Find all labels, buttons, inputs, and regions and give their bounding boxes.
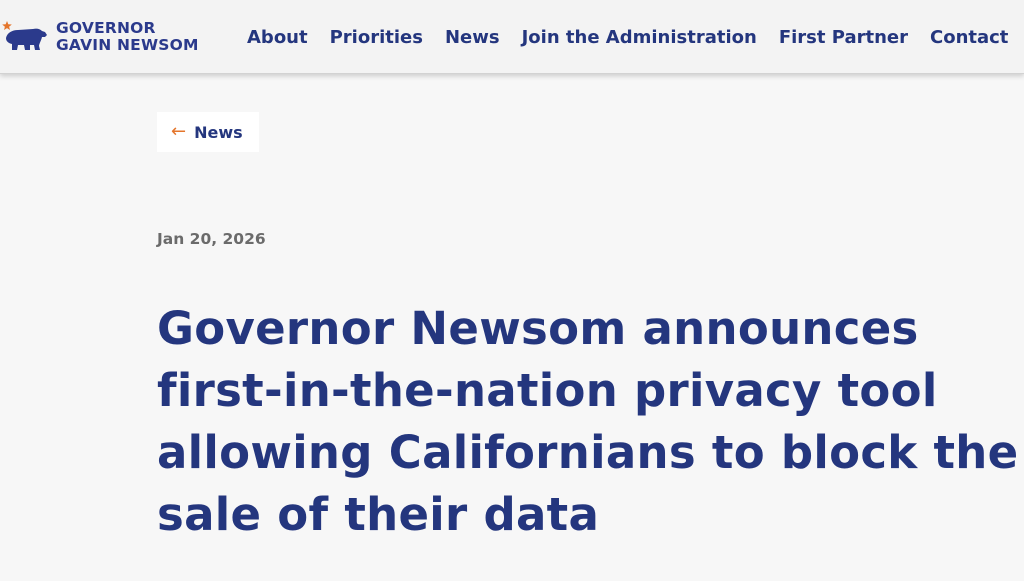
nav-first-partner[interactable]: First Partner <box>779 26 908 50</box>
nav-priorities[interactable]: Priorities <box>330 26 423 50</box>
nav-about[interactable]: About <box>247 26 308 50</box>
nav-news[interactable]: News <box>445 26 500 50</box>
logo-text: GOVERNOR GAVIN NEWSOM <box>56 20 199 54</box>
logo-line-2: GAVIN NEWSOM <box>56 36 199 54</box>
site-logo[interactable]: GOVERNOR GAVIN NEWSOM <box>2 17 199 57</box>
article-title: Governor Newsom announces first-in-the-n… <box>157 302 1019 541</box>
california-bear-icon <box>2 21 47 50</box>
nav-contact[interactable]: Contact <box>930 26 1008 50</box>
article-date: Jan 20, 2026 <box>157 230 266 248</box>
main-nav: About Priorities News Join the Administr… <box>247 26 1008 50</box>
back-link-label: News <box>194 122 243 142</box>
nav-join-administration[interactable]: Join the Administration <box>522 26 757 50</box>
site-header: GOVERNOR GAVIN NEWSOM About Priorities N… <box>0 0 1024 74</box>
arrow-left-icon: ← <box>171 121 187 142</box>
logo-line-1: GOVERNOR <box>56 19 156 37</box>
back-to-news-button[interactable]: ← News <box>157 112 259 152</box>
